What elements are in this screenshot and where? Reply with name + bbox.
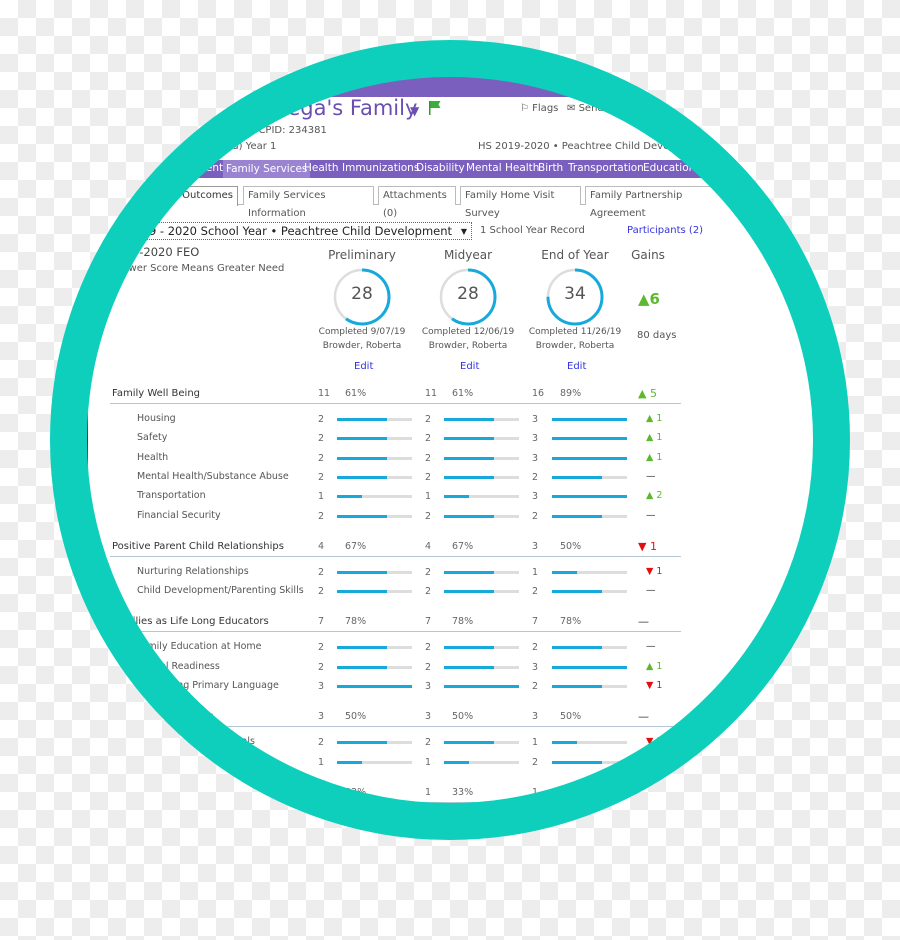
- decorative-ring: [50, 40, 850, 840]
